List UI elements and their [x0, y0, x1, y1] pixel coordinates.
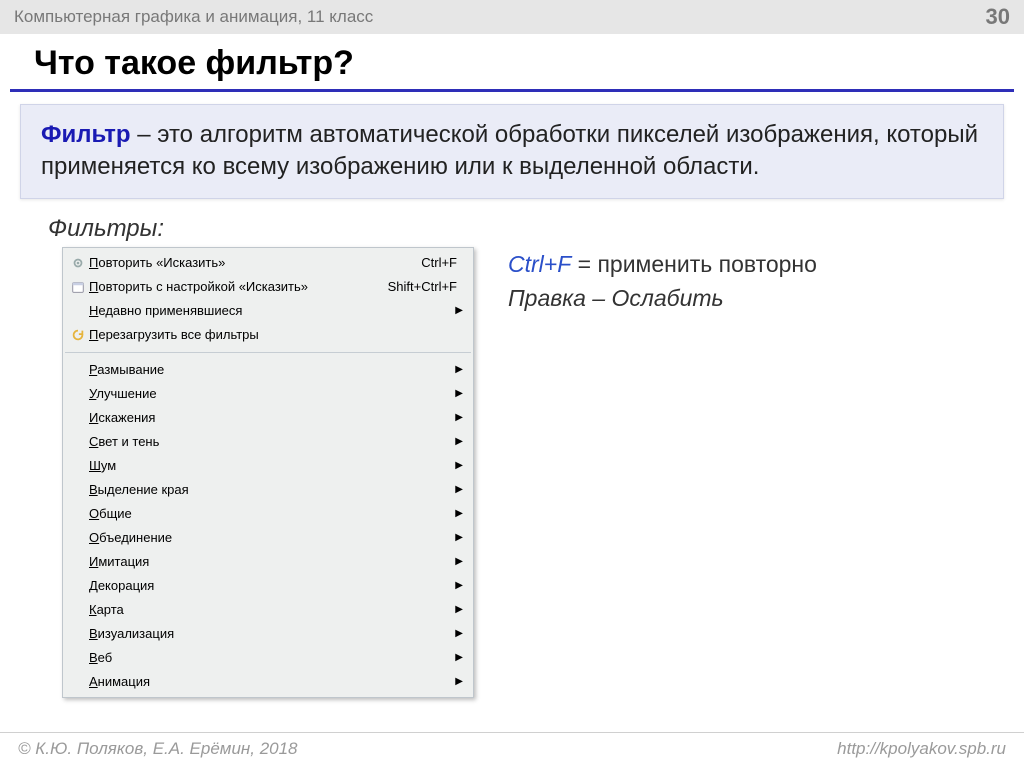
menu-item-label: Перезагрузить все фильтры	[89, 327, 259, 342]
chevron-right-icon: ▶	[455, 604, 463, 615]
apply-again-text: = применить повторно	[571, 251, 817, 277]
menu-categories-section: Размывание▶Улучшение▶Искажения▶Свет и те…	[63, 355, 473, 697]
filters-label: Фильтры:	[48, 215, 1024, 243]
menu-item[interactable]: Искажения ▶	[63, 406, 473, 430]
chevron-right-icon: ▶	[455, 676, 463, 687]
menu-item-label: Анимация	[89, 674, 150, 689]
chevron-right-icon: ▶	[455, 508, 463, 519]
menu-item-label: Свет и тень	[89, 434, 159, 449]
menu-item[interactable]: Анимация ▶	[63, 670, 473, 694]
menu-item[interactable]: Визуализация ▶	[63, 622, 473, 646]
menu-separator	[65, 352, 471, 353]
menu-item-label: Размывание	[89, 362, 164, 377]
menu-item-label: Визуализация	[89, 626, 174, 641]
gear-icon	[67, 256, 89, 270]
menu-item[interactable]: Недавно применявшиеся ▶	[63, 299, 473, 323]
menu-item-label: Веб	[89, 650, 112, 665]
chevron-right-icon: ▶	[455, 388, 463, 399]
menu-shortcut: Ctrl+F	[421, 255, 463, 270]
chevron-right-icon: ▶	[455, 305, 463, 316]
page-number: 30	[986, 4, 1010, 30]
menu-item-label: Шум	[89, 458, 116, 473]
menu-item-label: Выделение края	[89, 482, 189, 497]
header-title: Компьютерная графика и анимация, 11 клас…	[14, 7, 373, 27]
menu-item[interactable]: Улучшение ▶	[63, 382, 473, 406]
footer-url: http://kpolyakov.spb.ru	[837, 739, 1006, 759]
menu-item[interactable]: Имитация ▶	[63, 550, 473, 574]
refresh-icon	[67, 328, 89, 342]
menu-item-label: Повторить «Исказить»	[89, 255, 225, 270]
chevron-right-icon: ▶	[455, 652, 463, 663]
menu-top-section: Повторить «Исказить» Ctrl+F Повторить с на…	[63, 248, 473, 350]
slide-header: Компьютерная графика и анимация, 11 клас…	[0, 0, 1024, 34]
menu-item[interactable]: Общие ▶	[63, 502, 473, 526]
shortcut-note: Ctrl+F = применить повторно	[508, 247, 817, 282]
title-divider	[10, 89, 1014, 92]
cal-icon	[67, 280, 89, 294]
menu-item-label: Повторить с настройкой «Исказить»	[89, 279, 308, 294]
chevron-right-icon: ▶	[455, 364, 463, 375]
menu-item[interactable]: Декорация ▶	[63, 574, 473, 598]
slide-title: Что такое фильтр?	[34, 44, 990, 83]
menu-item[interactable]: Перезагрузить все фильтры	[63, 323, 473, 347]
chevron-right-icon: ▶	[455, 436, 463, 447]
chevron-right-icon: ▶	[455, 580, 463, 591]
menu-item-label: Улучшение	[89, 386, 157, 401]
menu-item[interactable]: Объединение ▶	[63, 526, 473, 550]
definition-term: Фильтр	[41, 121, 131, 148]
content-row: Повторить «Исказить» Ctrl+F Повторить с на…	[0, 247, 1024, 698]
menu-shortcut: Shift+Ctrl+F	[388, 279, 463, 294]
filters-menu: Повторить «Исказить» Ctrl+F Повторить с на…	[62, 247, 474, 698]
kbd-shortcut: Ctrl+F	[508, 251, 571, 277]
definition-box: Фильтр – это алгоритм автоматической обр…	[20, 104, 1004, 199]
menu-item[interactable]: Веб ▶	[63, 646, 473, 670]
copyright: © К.Ю. Поляков, Е.А. Ерёмин, 2018	[18, 739, 298, 759]
chevron-right-icon: ▶	[455, 412, 463, 423]
menu-item-label: Общие	[89, 506, 132, 521]
menu-item[interactable]: Повторить «Исказить» Ctrl+F	[63, 251, 473, 275]
menu-item-label: Карта	[89, 602, 124, 617]
menu-item-label: Недавно применявшиеся	[89, 303, 242, 318]
side-notes: Ctrl+F = применить повторно Правка – Осл…	[508, 247, 817, 316]
menu-item-label: Имитация	[89, 554, 149, 569]
chevron-right-icon: ▶	[455, 556, 463, 567]
menu-item[interactable]: Выделение края ▶	[63, 478, 473, 502]
menu-item-label: Искажения	[89, 410, 155, 425]
chevron-right-icon: ▶	[455, 628, 463, 639]
definition-text: – это алгоритм автоматической обработки …	[41, 121, 978, 180]
menu-item[interactable]: Повторить с настройкой «Исказить» Shift+C…	[63, 275, 473, 299]
menu-item[interactable]: Шум ▶	[63, 454, 473, 478]
menu-item-label: Объединение	[89, 530, 172, 545]
chevron-right-icon: ▶	[455, 484, 463, 495]
menu-item-label: Декорация	[89, 578, 154, 593]
menu-item[interactable]: Размывание ▶	[63, 358, 473, 382]
chevron-right-icon: ▶	[455, 532, 463, 543]
slide-footer: © К.Ю. Поляков, Е.А. Ерёмин, 2018 http:/…	[0, 732, 1024, 767]
chevron-right-icon: ▶	[455, 460, 463, 471]
menu-item[interactable]: Свет и тень ▶	[63, 430, 473, 454]
edit-fade-note: Правка – Ослабить	[508, 281, 817, 316]
menu-item[interactable]: Карта ▶	[63, 598, 473, 622]
